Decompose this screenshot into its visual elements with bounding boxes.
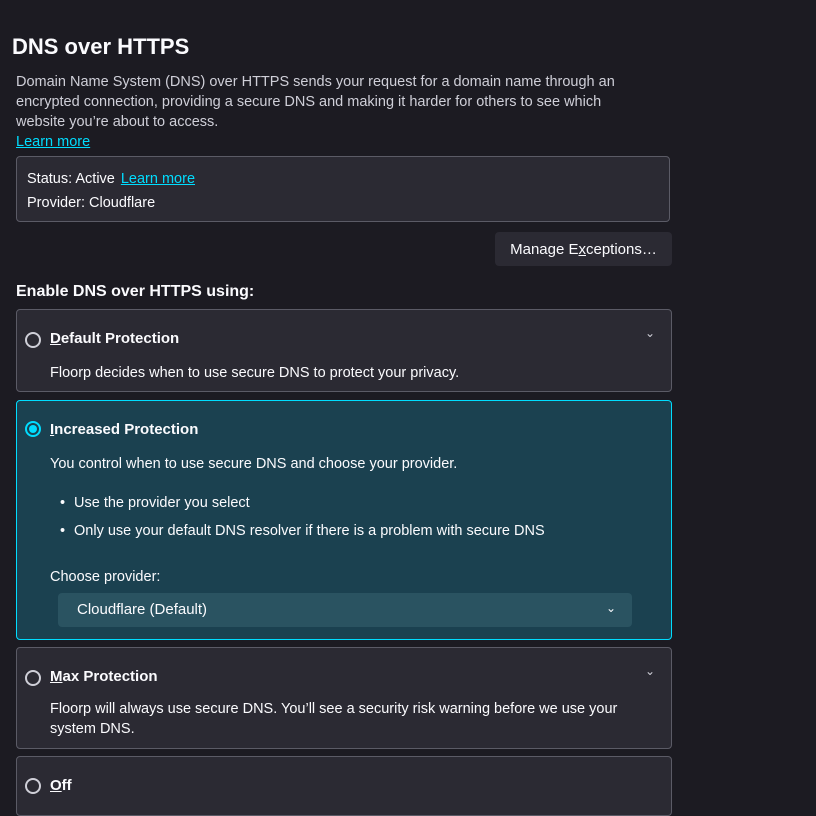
increased-protection-description: You control when to use secure DNS and c…: [50, 456, 458, 472]
max-protection-radio[interactable]: [25, 670, 41, 686]
chevron-down-icon[interactable]: ⌄: [645, 326, 655, 340]
increased-protection-radio[interactable]: [25, 421, 41, 437]
list-item: Use the provider you select: [60, 495, 250, 511]
status-box: Status: Active Learn more Provider: Cloud…: [16, 156, 670, 222]
manage-exceptions-label: Manage Exceptions…: [510, 240, 657, 258]
section-heading: Enable DNS over HTTPS using:: [16, 283, 255, 300]
manage-exceptions-button[interactable]: Manage Exceptions…: [495, 232, 672, 266]
choose-provider-label: Choose provider:: [50, 569, 161, 585]
provider-text: Provider: Cloudflare: [27, 195, 156, 211]
learn-more-link[interactable]: Learn more: [16, 134, 90, 150]
status-row: Status: Active Learn more: [27, 171, 195, 187]
chevron-down-icon: ⌄: [605, 601, 616, 615]
increased-protection-title: Increased Protection: [50, 421, 199, 438]
provider-select-value: Cloudflare (Default): [77, 601, 208, 618]
increased-protection-card[interactable]: Increased Protection You control when to…: [16, 400, 672, 640]
off-card[interactable]: Off: [16, 756, 672, 816]
default-protection-title: Default Protection: [50, 330, 180, 347]
default-protection-radio[interactable]: [25, 332, 41, 348]
page-title: DNS over HTTPS: [12, 34, 190, 59]
dns-description: Domain Name System (DNS) over HTTPS send…: [16, 74, 615, 130]
max-protection-description: Floorp will always use secure DNS. You’l…: [50, 701, 618, 737]
status-learn-more-link[interactable]: Learn more: [121, 171, 195, 187]
provider-select[interactable]: Cloudflare (Default) ⌄: [58, 593, 632, 627]
list-item: Only use your default DNS resolver if th…: [60, 523, 545, 539]
off-radio[interactable]: [25, 778, 41, 794]
max-protection-title: Max Protection: [50, 668, 158, 685]
default-protection-card[interactable]: Default Protection ⌄ Floorp decides when…: [16, 309, 672, 392]
status-text: Status: Active: [27, 171, 115, 187]
default-protection-description: Floorp decides when to use secure DNS to…: [50, 365, 460, 381]
off-title: Off: [50, 777, 72, 794]
chevron-down-icon[interactable]: ⌄: [645, 664, 655, 678]
max-protection-card[interactable]: Max Protection ⌄ Floorp will always use …: [16, 647, 672, 749]
